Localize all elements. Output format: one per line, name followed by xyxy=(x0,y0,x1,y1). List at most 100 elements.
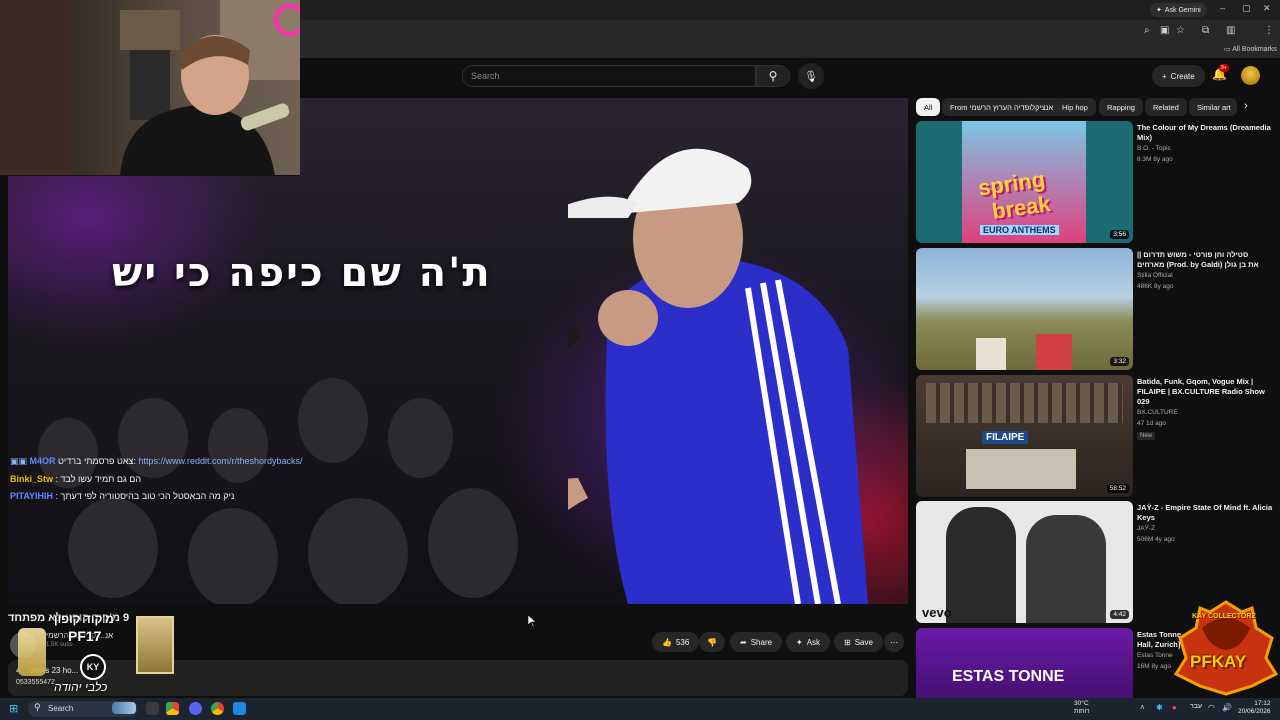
chrome-icon[interactable] xyxy=(166,702,179,715)
recommendation-item[interactable]: spring break EURO ANTHEMS 3:56 The Colou… xyxy=(916,121,1276,243)
clock-time: 17:12 xyxy=(1254,700,1271,707)
discord-icon[interactable] xyxy=(189,702,202,715)
chip-similar-artists[interactable]: Similar art xyxy=(1189,98,1237,116)
chip-all[interactable]: All xyxy=(916,98,941,116)
search-highlight-image xyxy=(112,702,136,714)
like-count: 536 xyxy=(675,637,690,647)
recommendation-title[interactable]: JAŸ-Z - Empire State Of Mind ft. Alicia … xyxy=(1137,503,1273,523)
minimize-icon[interactable]: – xyxy=(1220,3,1225,13)
chat-text: צאט פרסמתי ברדיט: xyxy=(58,456,139,466)
all-bookmarks-label: All Bookmarks xyxy=(1232,46,1277,53)
recommendation-meta: 506M 4y ago xyxy=(1137,536,1175,543)
create-label: Create xyxy=(1170,71,1195,81)
chat-link[interactable]: https://www.reddit.com/r/theshordybacks/ xyxy=(138,456,302,466)
extensions-icon[interactable]: ⧉ xyxy=(1202,25,1209,36)
coupon-sticker: מ'קוד קופון xyxy=(54,612,114,626)
wifi-icon[interactable]: ◠ xyxy=(1208,703,1215,712)
chat-text: ניק מה הבאסטל הכי טוב בהיסטוריה לפי דעתך xyxy=(60,491,235,501)
mouse-cursor-icon xyxy=(528,615,536,627)
windows-start-icon[interactable]: ⊞ xyxy=(9,702,18,715)
recommendation-title[interactable]: סטילה וחן פורטי - משוש תדרום || מארחים (… xyxy=(1137,250,1273,270)
recommendation-title[interactable]: Batida, Funk, Gqom, Vogue Mix | FILAIPE … xyxy=(1137,377,1273,407)
chip-rapping[interactable]: Rapping xyxy=(1099,98,1143,116)
more-icon: ⋯ xyxy=(890,637,898,647)
video-thumbnail[interactable]: spring break EURO ANTHEMS 3:56 xyxy=(916,121,1133,243)
weather-temp: 30°C xyxy=(1074,700,1089,707)
thumbs-down-icon: 👎 xyxy=(707,637,717,647)
more-actions-button[interactable]: ⋯ xyxy=(884,632,904,652)
user-avatar[interactable] xyxy=(1241,66,1260,85)
close-icon[interactable]: ✕ xyxy=(1263,3,1271,14)
thumbnail-figure xyxy=(1026,515,1106,623)
recommendation-channel[interactable]: BX.CULTURE xyxy=(1137,409,1178,416)
crowd-figure xyxy=(428,488,518,598)
save-button[interactable]: ⊞ Save xyxy=(834,632,883,652)
recommendation-title[interactable]: The Colour of My Dreams (Dreamedia Mix) xyxy=(1137,123,1273,143)
search-input[interactable]: Search xyxy=(462,65,756,87)
chat-message: Binki_Stw : הם גם תמיד עשו לבד xyxy=(10,474,142,484)
cast-icon[interactable]: ▣ xyxy=(1160,25,1169,36)
record-icon[interactable]: ● xyxy=(1172,703,1177,712)
language-indicator[interactable]: עבר xyxy=(1190,703,1202,710)
video-thumbnail[interactable]: vevo 4:42 xyxy=(916,501,1133,623)
all-bookmarks-link[interactable]: ▭ All Bookmarks xyxy=(1224,45,1277,53)
chevron-up-icon[interactable]: ˄ xyxy=(1140,703,1145,712)
dislike-button[interactable]: 👎 xyxy=(699,632,725,652)
new-badge: New xyxy=(1137,432,1156,440)
chrome-profile-icon[interactable] xyxy=(211,702,224,715)
crowd-figure xyxy=(308,498,408,604)
video-thumbnail[interactable]: FILAIPE 58:52 xyxy=(916,375,1133,497)
perfume-bottle-image xyxy=(18,628,46,676)
bluetooth-icon[interactable]: ✱ xyxy=(1156,703,1163,712)
chat-message: PITAYIHIH : ניק מה הבאסטל הכי טוב בהיסטו… xyxy=(10,491,235,501)
ask-gemini-button[interactable]: ✦ Ask Gemini xyxy=(1150,3,1207,17)
share-label: Share xyxy=(750,637,773,647)
like-button[interactable]: 👍 536 xyxy=(652,632,700,652)
thumbnail-desk xyxy=(966,449,1076,489)
ask-button[interactable]: ✦ Ask xyxy=(786,632,831,652)
weather-widget[interactable]: 30°C רוחות xyxy=(1074,700,1090,716)
thumbnail-figure xyxy=(946,507,1016,623)
sidebar-icon[interactable]: ▥ xyxy=(1226,25,1235,36)
maximize-icon[interactable]: ▢ xyxy=(1242,3,1251,14)
clock[interactable]: 17:12 20/06/2026 xyxy=(1238,700,1271,716)
plus-icon: + xyxy=(1162,71,1167,81)
video-thumbnail[interactable]: ESTAS TONNE xyxy=(916,628,1133,698)
thumbnail-text: FILAIPE xyxy=(982,431,1029,444)
duration-badge: 58:52 xyxy=(1106,484,1129,493)
chat-username: PITAYIHIH xyxy=(10,491,54,501)
recommendation-channel[interactable]: B.O. - Topic xyxy=(1137,145,1171,152)
recommendation-item[interactable]: 3:32 סטילה וחן פורטי - משוש תדרום || מאר… xyxy=(916,248,1276,370)
recommendation-channel[interactable]: JAŸ-Z xyxy=(1137,525,1155,532)
video-overlay-title: ת'ה שם כיפה כי יש xyxy=(112,250,492,296)
duration-badge: 3:56 xyxy=(1110,230,1129,239)
phone-number: 0533555472 xyxy=(16,679,55,686)
recommendation-channel[interactable]: Stilla Official xyxy=(1137,272,1173,279)
star-icon[interactable]: ☆ xyxy=(1176,25,1185,36)
save-label: Save xyxy=(854,637,873,647)
chip-related[interactable]: Related xyxy=(1145,98,1187,116)
address-bar[interactable] xyxy=(300,3,1130,19)
zoom-icon[interactable]: ⌕ xyxy=(1144,25,1150,36)
recommendation-channel[interactable]: Estas Tonne xyxy=(1137,652,1173,659)
task-view-icon[interactable] xyxy=(146,702,159,715)
ky-logo: KY xyxy=(80,654,106,680)
share-button[interactable]: ➦ Share xyxy=(730,632,783,652)
chip-from-channel[interactable]: From אנציקלופדיה הערוץ הרשמי xyxy=(942,98,1062,116)
chevron-right-icon[interactable]: › xyxy=(1244,100,1248,112)
volume-icon[interactable]: 🔊 xyxy=(1222,703,1232,712)
app-icon[interactable] xyxy=(233,702,246,715)
crowd-figure xyxy=(388,398,453,478)
microphone-icon: 🎙 xyxy=(804,70,818,83)
thumbs-up-icon: 👍 xyxy=(662,637,672,647)
voice-search-button[interactable]: 🎙 xyxy=(798,63,824,89)
chat-badge-icon: ▣▣ xyxy=(10,456,30,466)
menu-icon[interactable]: ⋮ xyxy=(1264,25,1274,36)
recommendation-item[interactable]: FILAIPE 58:52 Batida, Funk, Gqom, Vogue … xyxy=(916,375,1276,497)
thumbnail-figure xyxy=(976,338,1006,370)
chip-hip-hop[interactable]: Hip hop xyxy=(1054,98,1096,116)
sparkle-icon: ✦ xyxy=(796,637,803,647)
video-thumbnail[interactable]: 3:32 xyxy=(916,248,1133,370)
create-button[interactable]: + Create xyxy=(1152,65,1205,87)
search-button[interactable]: ⚲ xyxy=(756,65,790,87)
